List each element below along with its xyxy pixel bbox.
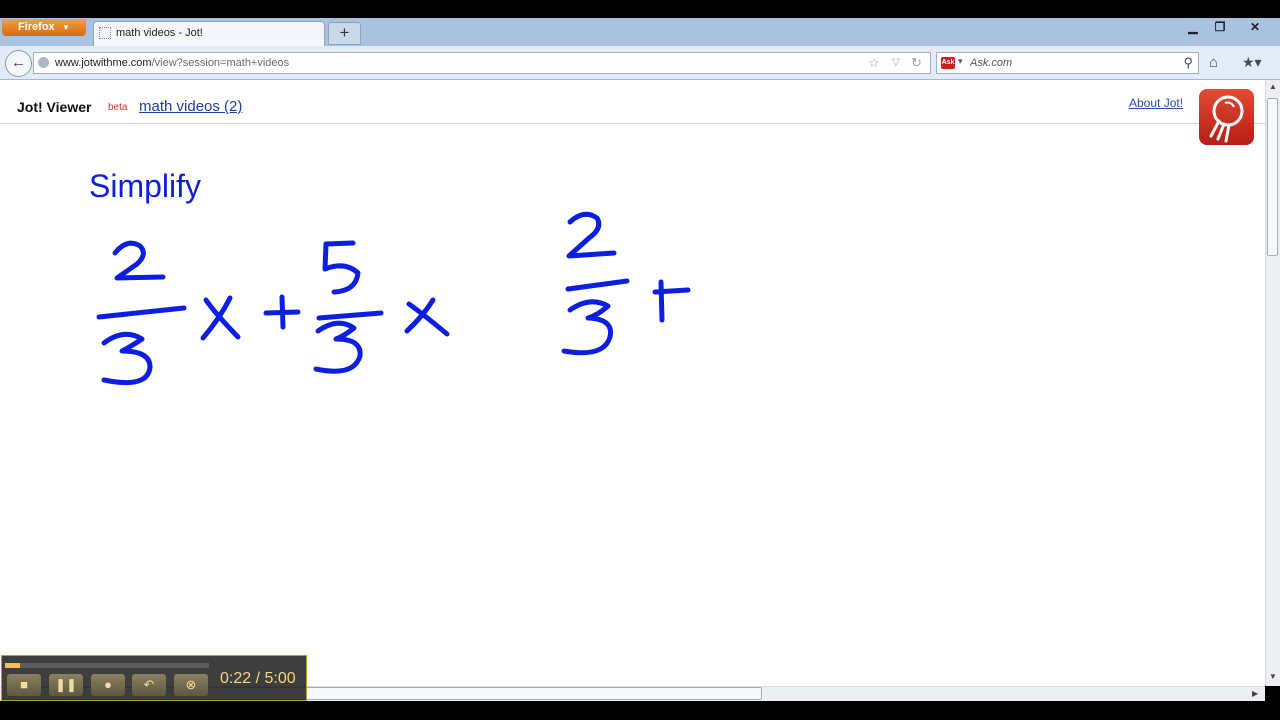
scroll-right-arrow-icon[interactable]: ▶ [1252,689,1258,698]
playback-progress-track[interactable] [5,663,209,668]
stop-button[interactable]: ■ [7,674,41,696]
microphone-icon: ● [104,677,112,692]
microphone-button[interactable]: ● [91,674,125,696]
undo-button[interactable]: ↶ [132,674,166,696]
close-player-button[interactable]: ⊗ [174,674,208,696]
scroll-up-arrow-icon[interactable]: ▲ [1269,82,1277,91]
playback-progress-fill [5,663,20,668]
ink-digit-2 [566,211,617,259]
ink-digit-3 [561,299,614,356]
pause-icon: ❚❚ [55,677,77,692]
ink-variable-x [404,297,450,337]
pause-button[interactable]: ❚❚ [49,674,83,696]
ink-digit-5 [322,240,361,295]
ink-fraction-bar [565,278,630,292]
ink-digit-2 [112,240,166,281]
undo-icon: ↶ [143,677,155,692]
stop-icon: ■ [20,677,28,692]
scroll-down-arrow-icon[interactable]: ▼ [1269,672,1277,681]
playback-time: 0:22 / 5:00 [220,670,296,687]
handwritten-expression [96,211,691,386]
ink-digit-3 [313,320,363,374]
ink-plus-sign [263,294,301,330]
vertical-scroll-thumb[interactable] [1267,98,1278,256]
close-circle-icon: ⊗ [185,677,197,692]
ink-plus-sign [652,279,691,323]
ink-digit-3 [101,331,153,386]
ink-fraction-bar [96,305,187,320]
ink-fraction-bar [316,310,384,321]
ink-variable-x [200,295,241,341]
